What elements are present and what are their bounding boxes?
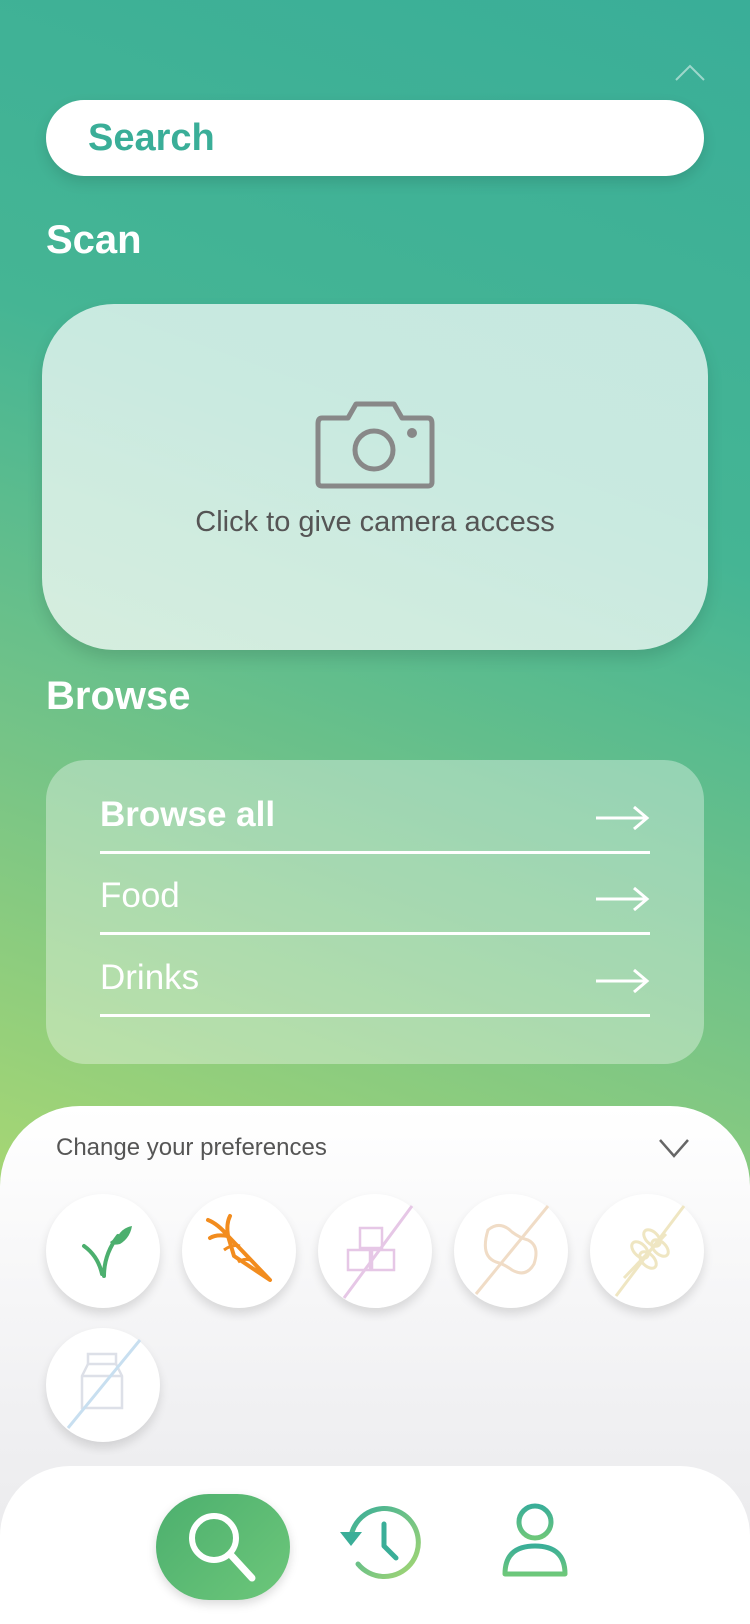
search-icon — [189, 1513, 256, 1582]
no-peanut-icon — [474, 1205, 550, 1295]
no-gluten-icon — [614, 1205, 686, 1297]
no-dairy-icon — [66, 1339, 142, 1429]
pref-vegan-toggle[interactable] — [46, 1194, 160, 1308]
browse-food-row[interactable]: Food — [100, 863, 650, 935]
browse-all-row[interactable]: Browse all — [100, 782, 650, 854]
arrow-right-icon — [596, 805, 650, 831]
pref-no-dairy-toggle[interactable] — [46, 1328, 160, 1442]
search-bar[interactable]: Search — [46, 100, 704, 176]
arrow-right-icon — [596, 968, 650, 994]
camera-access-card[interactable]: Click to give camera access — [42, 304, 708, 650]
pref-no-peanut-toggle[interactable] — [454, 1194, 568, 1308]
camera-access-text: Click to give camera access — [195, 506, 555, 538]
chevron-down-icon[interactable] — [656, 1136, 692, 1160]
preferences-title: Change your preferences — [56, 1134, 327, 1161]
scan-title: Scan — [46, 218, 142, 262]
pref-no-sugar-toggle[interactable] — [318, 1194, 432, 1308]
arrow-right-icon — [596, 886, 650, 912]
vegan-leaf-icon — [82, 1226, 132, 1278]
browse-title: Browse — [46, 674, 191, 718]
browse-all-label: Browse all — [100, 795, 276, 834]
browse-food-label: Food — [100, 876, 180, 915]
browse-drinks-label: Drinks — [100, 958, 200, 997]
browse-drinks-row[interactable]: Drinks — [100, 945, 650, 1017]
nav-search-button[interactable] — [156, 1494, 290, 1600]
pref-no-gluten-toggle[interactable] — [590, 1194, 704, 1308]
camera-icon — [315, 401, 435, 489]
bottom-nav — [0, 1466, 750, 1624]
browse-card: Browse all Food Drinks — [46, 760, 704, 1064]
history-icon[interactable] — [338, 1502, 424, 1582]
carrot-icon — [206, 1214, 272, 1282]
search-placeholder: Search — [88, 116, 215, 159]
chevron-up-icon[interactable] — [670, 58, 710, 88]
pref-vegetarian-toggle[interactable] — [182, 1194, 296, 1308]
no-sugar-icon — [342, 1205, 414, 1299]
profile-icon[interactable] — [500, 1502, 570, 1578]
